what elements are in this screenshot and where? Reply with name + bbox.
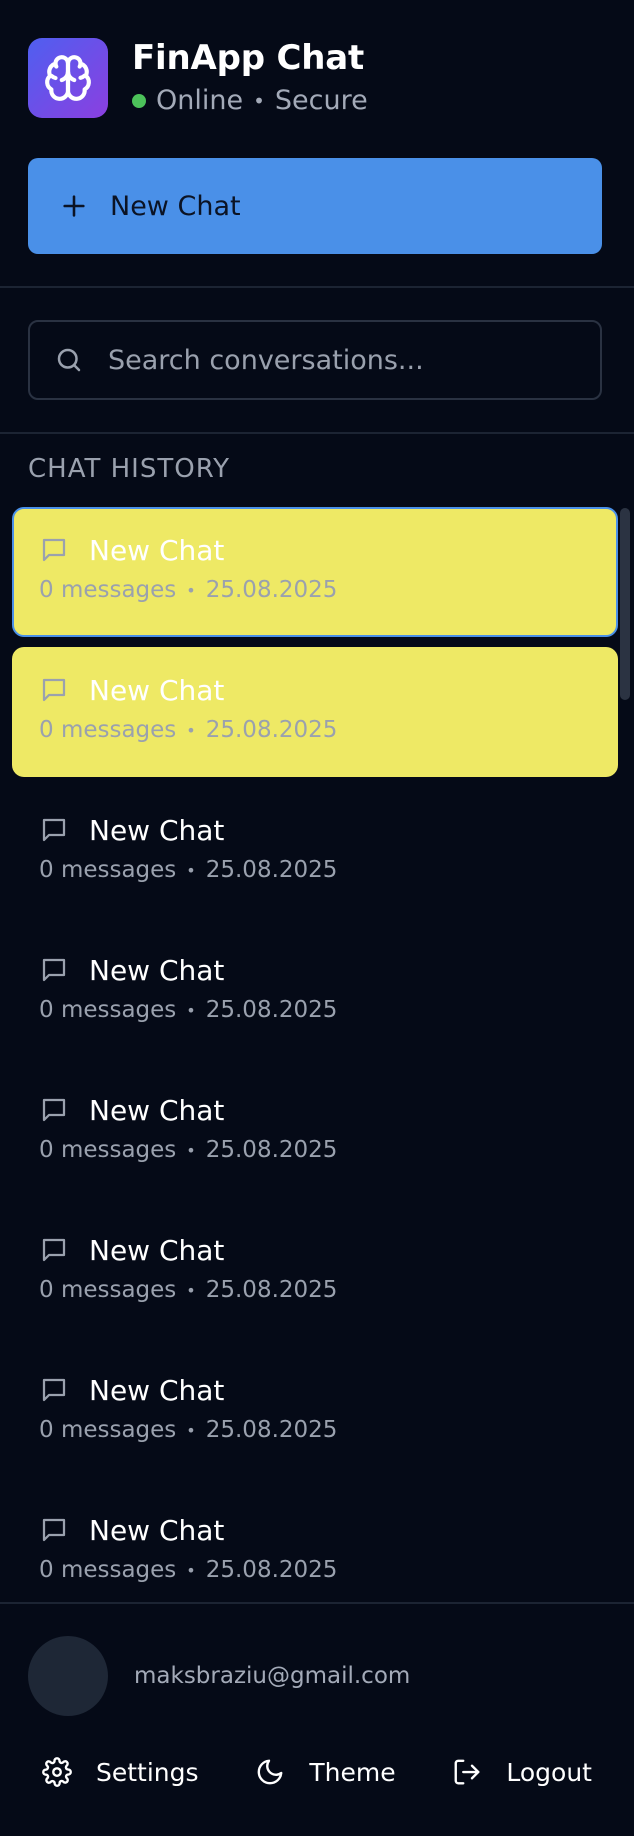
gear-icon [42,1757,72,1787]
chat-list-item[interactable]: New Chat 0 messages • 25.08.2025 [12,507,618,637]
message-icon [42,538,66,562]
chat-title: New Chat [89,1233,225,1267]
chat-meta: 0 messages • 25.08.2025 [39,1277,618,1303]
meta-separator: • [186,860,196,880]
chat-meta: 0 messages • 25.08.2025 [39,1417,618,1443]
chat-history-heading: CHAT HISTORY [28,454,230,484]
divider [0,1602,634,1604]
chat-date: 25.08.2025 [205,1417,338,1443]
message-count: 0 messages [39,857,177,883]
meta-separator: • [186,1420,196,1440]
chat-meta: 0 messages • 25.08.2025 [39,1137,618,1163]
new-chat-button[interactable]: New Chat [28,158,602,254]
user-profile: maksbraziu@gmail.com [28,1636,410,1716]
chat-list-item[interactable]: New Chat 0 messages • 25.08.2025 [12,647,618,777]
divider [0,286,634,288]
chat-date: 25.08.2025 [205,1137,338,1163]
message-icon [42,1098,66,1122]
message-icon [42,1378,66,1402]
chat-date: 25.08.2025 [205,717,338,743]
message-icon [42,818,66,842]
settings-button[interactable]: Settings [42,1757,199,1787]
message-count: 0 messages [39,997,177,1023]
message-count: 0 messages [39,1277,177,1303]
new-chat-button-label: New Chat [110,190,241,222]
chat-list-item[interactable]: New Chat 0 messages • 25.08.2025 [12,1207,618,1337]
message-icon [42,1238,66,1262]
meta-separator: • [186,1140,196,1160]
chat-list-item[interactable]: New Chat 0 messages • 25.08.2025 [12,927,618,1057]
message-count: 0 messages [39,1137,177,1163]
theme-label: Theme [309,1757,396,1787]
chat-title: New Chat [89,1373,225,1407]
user-email: maksbraziu@gmail.com [134,1663,411,1689]
divider [0,432,634,434]
avatar [28,1636,108,1716]
app-header: FinApp Chat Online • Secure [28,38,606,118]
online-indicator [132,94,146,108]
message-icon [42,678,66,702]
message-count: 0 messages [39,1417,177,1443]
plus-icon [63,195,85,217]
chat-list-item[interactable]: New Chat 0 messages • 25.08.2025 [12,1347,618,1477]
status-secure-text: Secure [274,85,368,116]
search-icon [57,348,81,372]
meta-separator: • [186,720,196,740]
status-separator: • [253,89,265,113]
chat-list-item[interactable]: New Chat 0 messages • 25.08.2025 [12,1487,618,1617]
chat-date: 25.08.2025 [205,857,338,883]
footer-actions: Settings Theme Logout [42,1752,592,1792]
scrollbar-thumb[interactable] [620,508,630,700]
chat-title: New Chat [89,813,225,847]
moon-icon [257,1759,283,1785]
message-icon [42,958,66,982]
logout-label: Logout [506,1757,592,1787]
search-input[interactable] [108,344,578,376]
logout-icon [454,1759,480,1785]
chat-title: New Chat [89,953,225,987]
meta-separator: • [186,1000,196,1020]
chat-date: 25.08.2025 [205,1557,338,1583]
logout-button[interactable]: Logout [452,1757,592,1787]
chat-list-item[interactable]: New Chat 0 messages • 25.08.2025 [12,1067,618,1197]
chat-meta: 0 messages • 25.08.2025 [39,997,618,1023]
search-box[interactable] [28,320,602,400]
chat-date: 25.08.2025 [205,1277,338,1303]
meta-separator: • [186,1280,196,1300]
chat-meta: 0 messages • 25.08.2025 [39,717,618,743]
message-icon [42,1518,66,1542]
chat-date: 25.08.2025 [205,577,338,603]
meta-separator: • [186,580,196,600]
chat-meta: 0 messages • 25.08.2025 [39,1557,618,1583]
message-count: 0 messages [39,717,177,743]
app-title: FinApp Chat [132,38,365,78]
theme-button[interactable]: Theme [255,1757,396,1787]
message-count: 0 messages [39,577,177,603]
chat-title: New Chat [89,673,225,707]
brain-icon [28,38,108,118]
chat-meta: 0 messages • 25.08.2025 [39,577,616,603]
chat-date: 25.08.2025 [205,997,338,1023]
chat-title: New Chat [89,533,225,567]
chat-title: New Chat [89,1093,225,1127]
meta-separator: • [186,1560,196,1580]
settings-label: Settings [96,1757,199,1787]
chat-history-list: New Chat 0 messages • 25.08.2025 New Chat … [12,507,618,1627]
chat-title: New Chat [89,1513,225,1547]
connection-status: Online • Secure [132,84,368,118]
message-count: 0 messages [39,1557,177,1583]
status-online-text: Online [156,85,244,116]
chat-list-item[interactable]: New Chat 0 messages • 25.08.2025 [12,787,618,917]
chat-meta: 0 messages • 25.08.2025 [39,857,618,883]
